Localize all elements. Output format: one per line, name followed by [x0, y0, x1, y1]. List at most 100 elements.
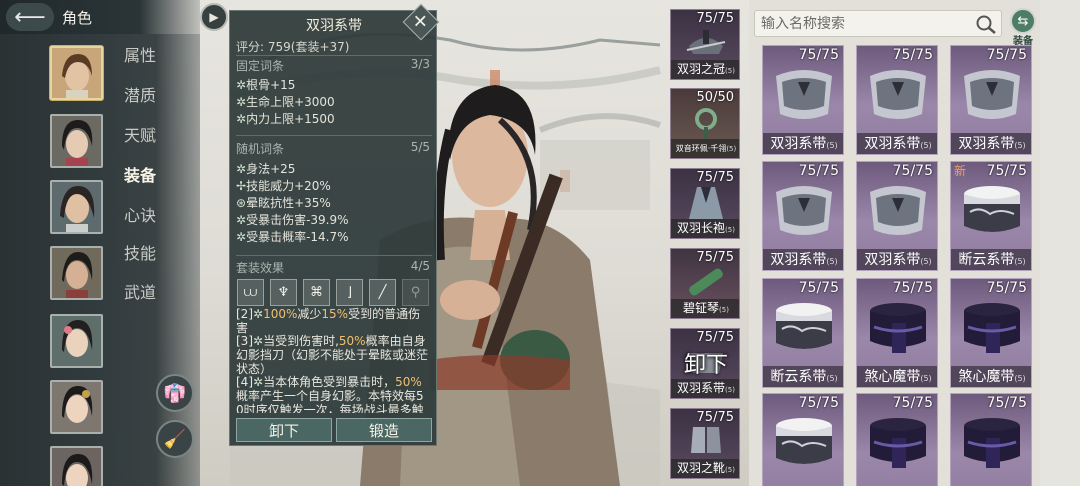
- item-name: 双羽系带(5): [763, 249, 843, 270]
- outfit-button[interactable]: 👘: [156, 374, 194, 412]
- equipped-slot-hat[interactable]: 75/75 双羽之冠(5): [670, 9, 740, 80]
- item-durability: 75/75: [986, 395, 1027, 411]
- character-portrait-7[interactable]: [50, 446, 103, 486]
- equipment-filter-toggle[interactable]: ⇆ 装备: [1009, 8, 1037, 47]
- item-durability: 75/75: [892, 47, 933, 63]
- random-stat-text: 受暴击伤害-39.9%: [246, 213, 349, 227]
- page-title: 角色: [62, 9, 93, 27]
- random-stats-label: 随机词条: [236, 142, 285, 156]
- inventory-item-card[interactable]: 75/75: [950, 393, 1032, 486]
- random-stat-text: 受暴击概率-14.7%: [246, 230, 349, 244]
- stat-icon: ✲: [236, 112, 247, 126]
- inventory-item-card[interactable]: 75/75 双羽系带(5): [856, 161, 938, 271]
- inventory-item-card[interactable]: 新 75/75 断云系带(5): [950, 161, 1032, 271]
- set-effect-value: 15%: [321, 307, 349, 321]
- stat-icon: ✲: [236, 213, 247, 227]
- play-button[interactable]: ▶: [200, 3, 228, 31]
- inventory-item-card[interactable]: 75/75 双羽系带(5): [950, 45, 1032, 155]
- set-effect-value: 100%: [263, 307, 298, 321]
- inventory-item-card[interactable]: 75/75: [762, 393, 844, 486]
- equipped-slot-robe[interactable]: 75/75 双羽长袍(5): [670, 168, 740, 239]
- item-name: 双羽系带(5): [763, 133, 843, 154]
- search-box: [754, 10, 1002, 37]
- tooltip-score: 评分: 759(套装+37): [236, 40, 350, 54]
- set-piece-boots-icon[interactable]: ⌋: [336, 279, 363, 306]
- character-portrait-4[interactable]: [50, 246, 103, 300]
- divider: [236, 55, 432, 56]
- item-name: 双羽系带(5): [857, 133, 937, 154]
- random-stat-text: 身法+25: [246, 162, 296, 176]
- broom-icon: 🧹: [163, 428, 187, 450]
- character-portrait-3[interactable]: [50, 180, 103, 234]
- item-level: (5): [826, 374, 838, 383]
- set-piece-weapon-icon[interactable]: ╱: [369, 279, 396, 306]
- equipped-slot-belt[interactable]: 75/75 卸下 双羽系带(5): [670, 328, 740, 399]
- swap-icon: ⇆: [1010, 8, 1036, 34]
- inventory-item-card[interactable]: 75/75 煞心魔带(5): [950, 278, 1032, 388]
- set-effect-tag: [3]: [236, 334, 253, 348]
- nav-attributes[interactable]: 属性: [124, 42, 156, 66]
- character-sidebar: 属性 潜质 天赋 装备 心诀 技能 武道 👘 🧹: [0, 34, 200, 486]
- arrow-left-icon: ⟵: [14, 4, 46, 30]
- random-stats-header: 随机词条 5/5: [236, 140, 430, 157]
- character-portrait-5[interactable]: [50, 314, 103, 368]
- equipped-slot-weapon[interactable]: 75/75 碧钲琴(5): [670, 248, 740, 319]
- nav-potential[interactable]: 潜质: [124, 82, 156, 106]
- stat-icon: ⊛: [236, 196, 247, 210]
- equipped-slot-pendant[interactable]: 50/50 双音环佩·千翎(5): [670, 88, 740, 159]
- nav-equipment[interactable]: 装备: [124, 162, 156, 186]
- set-piece-accessory-icon[interactable]: ⚲: [402, 279, 429, 306]
- unequip-button[interactable]: 卸下: [236, 418, 332, 442]
- character-portrait-2[interactable]: [50, 114, 103, 168]
- nav-skills[interactable]: 技能: [124, 240, 156, 264]
- nav-martial-way[interactable]: 武道: [124, 279, 156, 303]
- set-piece-belt-icon[interactable]: ⌘: [303, 279, 330, 306]
- fixed-stat: ✲生命上限+3000: [236, 93, 335, 110]
- fixed-stats-header: 固定词条 3/3: [236, 57, 430, 74]
- item-durability: 75/75: [798, 280, 839, 296]
- zither-icon: [689, 268, 723, 296]
- belt-icon: [964, 186, 1020, 232]
- back-button[interactable]: ⟵: [6, 3, 54, 31]
- random-stat: ✢技能威力+20%: [236, 177, 331, 194]
- item-level: (5): [826, 141, 838, 150]
- clean-button[interactable]: 🧹: [156, 420, 194, 458]
- set-piece-hat-icon[interactable]: ⩊: [237, 279, 264, 306]
- random-stat: ✲受暴击伤害-39.9%: [236, 211, 349, 228]
- set-piece-robe-icon[interactable]: ♆: [270, 279, 297, 306]
- inventory-item-card[interactable]: 75/75 断云系带(5): [762, 278, 844, 388]
- item-name-text: 断云系带: [958, 252, 1015, 268]
- random-stat: ✲身法+25: [236, 160, 295, 177]
- slot-level: (5): [725, 226, 735, 234]
- character-portrait-6[interactable]: [50, 380, 103, 434]
- item-name: 断云系带(5): [763, 366, 843, 387]
- character-portrait-1[interactable]: [50, 46, 103, 100]
- stat-icon: ✲: [253, 307, 264, 321]
- nav-talent[interactable]: 天赋: [124, 122, 156, 146]
- inventory-item-card[interactable]: 75/75 煞心魔带(5): [856, 278, 938, 388]
- set-effect-text: 减少: [297, 307, 322, 321]
- item-level: (5): [920, 257, 932, 266]
- set-effects-count: 4/5: [410, 259, 430, 273]
- stat-icon: ✲: [236, 78, 247, 92]
- inventory-item-card[interactable]: 75/75 双羽系带(5): [762, 161, 844, 271]
- equipped-slot-boots[interactable]: 75/75 双羽之靴(5): [670, 408, 740, 479]
- slot-name-text: 双羽之靴: [677, 461, 726, 475]
- set-effect-text: 当本体角色受到暴击时，: [263, 375, 396, 389]
- item-level: (5): [1014, 257, 1026, 266]
- slot-level: (5): [725, 386, 735, 394]
- forge-button[interactable]: 锻造: [336, 418, 432, 442]
- inventory-item-card[interactable]: 75/75: [856, 393, 938, 486]
- fixed-stat: ✲内力上限+1500: [236, 110, 335, 127]
- search-input[interactable]: [761, 14, 971, 34]
- item-name: 双羽系带(5): [951, 133, 1031, 154]
- item-durability: 75/75: [892, 280, 933, 296]
- search-icon[interactable]: [975, 14, 997, 34]
- nav-mental-art[interactable]: 心诀: [124, 202, 156, 226]
- belt-icon: [776, 186, 832, 235]
- inventory-item-card[interactable]: 75/75 双羽系带(5): [762, 45, 844, 155]
- item-name: 双羽系带(5): [857, 249, 937, 270]
- top-bar: ⟵ 角色: [0, 0, 200, 34]
- inventory-item-card[interactable]: 75/75 双羽系带(5): [856, 45, 938, 155]
- slot-name: 碧钲琴(5): [671, 299, 739, 318]
